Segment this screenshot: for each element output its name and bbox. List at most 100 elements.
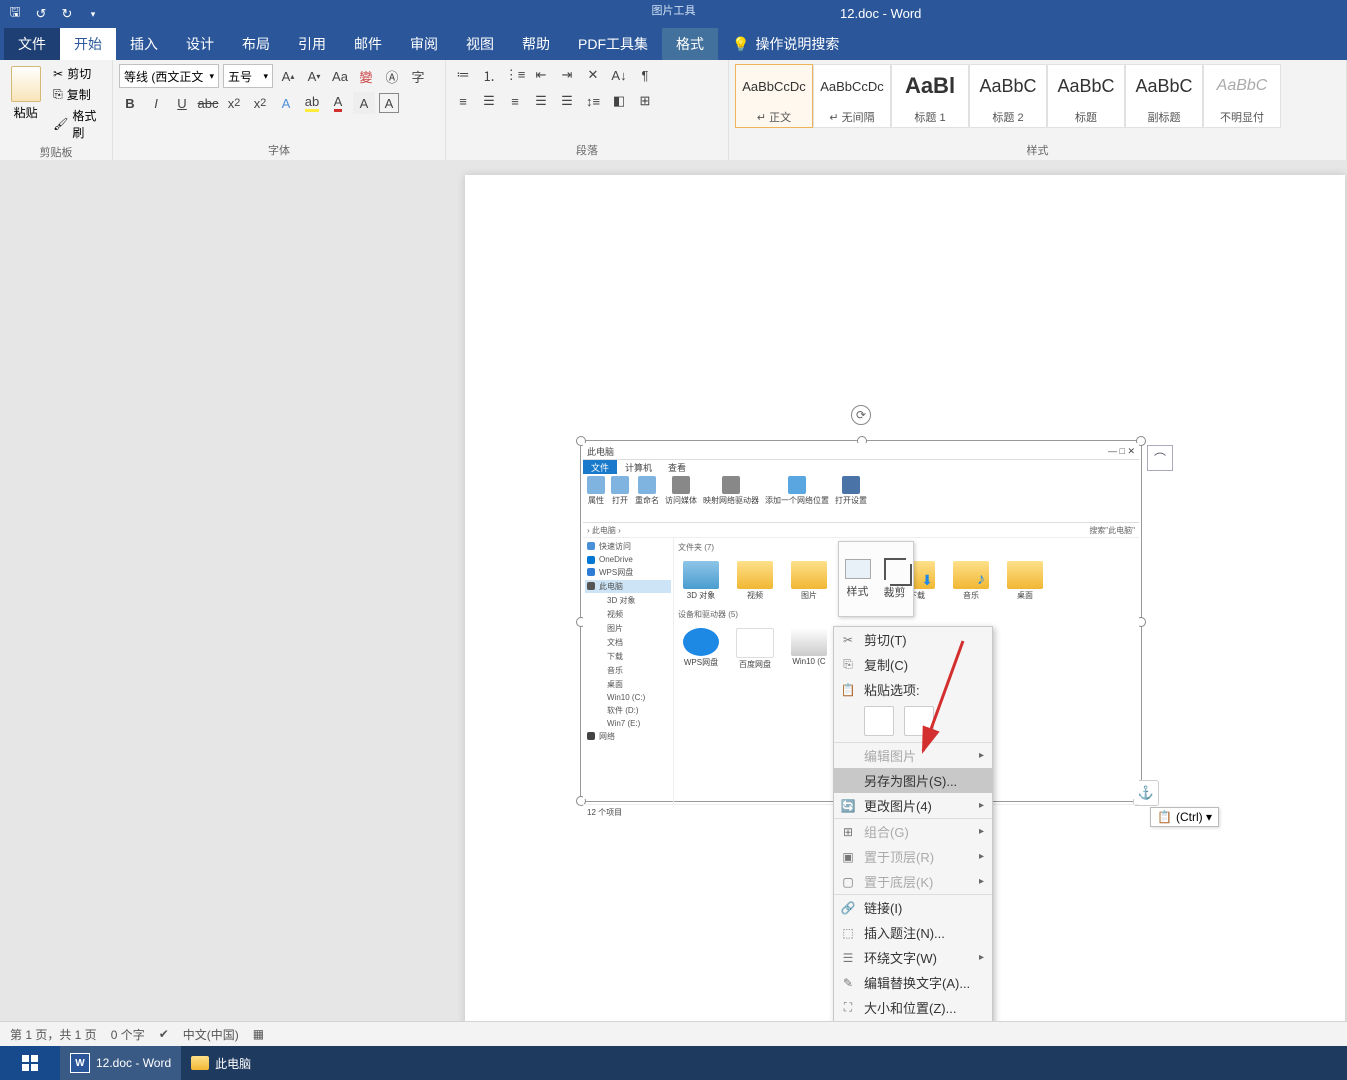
accessibility-icon[interactable]: ▦ [253,1027,264,1041]
style-title[interactable]: AaBbC标题 [1047,64,1125,128]
save-icon[interactable]: 🖫 [8,7,22,21]
style-no-spacing[interactable]: AaBbCcDc↵ 无间隔 [813,64,891,128]
tab-insert[interactable]: 插入 [116,28,172,60]
mini-crop-button[interactable]: 裁剪 [876,542,913,616]
copy-button[interactable]: ⎘复制 [51,85,106,104]
status-words[interactable]: 0 个字 [111,1026,145,1043]
align-right-button[interactable]: ≡ [504,90,526,112]
explorer-tab-computer: 计算机 [617,460,660,474]
distribute-button[interactable]: ☰ [556,90,578,112]
justify-button[interactable]: ☰ [530,90,552,112]
char-shading-button[interactable]: A [353,92,375,114]
copy-icon: ⎘ [840,657,856,673]
cut-button[interactable]: ✂剪切 [51,64,106,83]
paste-option-1[interactable] [864,706,894,736]
brush-icon: 🖌 [53,117,68,131]
paste-option-2[interactable] [904,706,934,736]
ctx-bring-front: ▣置于顶层(R)▸ [834,844,992,869]
ctx-wrap-text[interactable]: ☰环绕文字(W)▸ [834,945,992,970]
explorer-sidebar: 快速访问 OneDrive WPS网盘 此电脑 3D 对象 视频 图片 文档 下… [583,538,674,804]
tab-review[interactable]: 审阅 [396,28,452,60]
decrease-indent-button[interactable]: ⇤ [530,64,552,86]
strikethrough-button[interactable]: abc [197,92,219,114]
qat-dropdown-icon[interactable]: ▾ [86,7,100,21]
change-case-button[interactable]: Aa [329,65,351,87]
superscript-button[interactable]: x2 [249,92,271,114]
rotate-handle-icon[interactable]: ⟳ [851,405,871,425]
show-marks-button[interactable]: ¶ [634,64,656,86]
bullets-button[interactable]: ≔ [452,64,474,86]
clipboard-icon: 📋 [1157,810,1172,824]
sort-button[interactable]: A↓ [608,64,630,86]
start-button[interactable] [0,1046,60,1080]
format-painter-button[interactable]: 🖌格式刷 [51,106,106,142]
tab-file[interactable]: 文件 [4,28,60,60]
tab-mailings[interactable]: 邮件 [340,28,396,60]
bold-button[interactable]: B [119,92,141,114]
style-subtitle[interactable]: AaBbC副标题 [1125,64,1203,128]
tab-view[interactable]: 视图 [452,28,508,60]
style-heading1[interactable]: AaBl标题 1 [891,64,969,128]
font-color-button[interactable]: A [327,92,349,114]
char-border-button[interactable]: A [379,93,399,113]
ctx-change-picture[interactable]: 🔄更改图片(4)▸ [834,793,992,818]
paste-button[interactable]: 粘贴 [6,64,45,142]
tab-pdf[interactable]: PDF工具集 [564,28,662,60]
layout-options-button[interactable]: ⌒ [1147,445,1173,471]
tab-home[interactable]: 开始 [60,28,116,60]
style-heading2[interactable]: AaBbC标题 2 [969,64,1047,128]
tab-layout[interactable]: 布局 [228,28,284,60]
tab-design[interactable]: 设计 [172,28,228,60]
line-spacing-button[interactable]: ↕≡ [582,90,604,112]
clear-formatting-button[interactable]: Ⓐ [381,65,403,87]
status-page[interactable]: 第 1 页，共 1 页 [10,1026,97,1043]
ctx-link[interactable]: 🔗链接(I) [834,894,992,920]
paste-options-pill[interactable]: 📋 (Ctrl) ▾ [1150,807,1219,827]
text-effects-button[interactable]: A [275,92,297,114]
ctx-edit-alt[interactable]: ✎编辑替换文字(A)... [834,970,992,995]
ctx-paste-options [834,702,992,742]
asian-layout-button[interactable]: ✕ [582,64,604,86]
font-size-combo[interactable]: 五号▾ [223,64,273,88]
style-normal[interactable]: AaBbCcDc↵ 正文 [735,64,813,128]
underline-button[interactable]: U [171,92,193,114]
taskbar-explorer[interactable]: 此电脑 [181,1046,261,1080]
enclose-chars-button[interactable]: 字 [407,65,429,87]
increase-indent-button[interactable]: ⇥ [556,64,578,86]
shrink-font-button[interactable]: A▾ [303,65,325,87]
borders-button[interactable]: ⊞ [634,90,656,112]
group-styles: AaBbCcDc↵ 正文 AaBbCcDc↵ 无间隔 AaBl标题 1 AaBb… [729,60,1347,160]
mini-style-button[interactable]: 样式 [839,542,876,616]
ctx-insert-caption[interactable]: ⬚插入题注(N)... [834,920,992,945]
align-left-button[interactable]: ≡ [452,90,474,112]
subscript-button[interactable]: x2 [223,92,245,114]
explorer-tab-file: 文件 [583,460,617,474]
tell-me-search[interactable]: 💡 操作说明搜索 [718,28,853,60]
multilevel-list-button[interactable]: ⋮≡ [504,64,526,86]
ctx-cut[interactable]: ✂剪切(T) [834,627,992,652]
document-area[interactable]: ⟳ ⌒ ⚓ 此电脑 — □ ✕ 文件 计算机 查看 属性 打开 重命名 [0,160,1347,1022]
highlight-button[interactable]: ab [301,92,323,114]
mini-toolbar[interactable]: 样式 裁剪 [838,541,914,617]
align-center-button[interactable]: ☰ [478,90,500,112]
numbering-button[interactable]: ⒈ [478,64,500,86]
spellcheck-icon[interactable]: ✔ [159,1027,169,1041]
ctx-size-pos[interactable]: ⛶大小和位置(Z)... [834,995,992,1020]
caption-icon: ⬚ [840,925,856,941]
shading-button[interactable]: ◧ [608,90,630,112]
styles-gallery[interactable]: AaBbCcDc↵ 正文 AaBbCcDc↵ 无间隔 AaBl标题 1 AaBb… [735,64,1340,128]
ctx-save-as-picture[interactable]: 另存为图片(S)... [834,768,992,793]
tab-help[interactable]: 帮助 [508,28,564,60]
status-language[interactable]: 中文(中国) [183,1026,239,1043]
grow-font-button[interactable]: A▴ [277,65,299,87]
undo-icon[interactable]: ↺ [34,7,48,21]
taskbar-word[interactable]: W 12.doc - Word [60,1046,181,1080]
phonetic-guide-button[interactable]: 變 [355,65,377,87]
font-name-combo[interactable]: 等线 (西文正文▾ [119,64,219,88]
redo-icon[interactable]: ↻ [60,7,74,21]
italic-button[interactable]: I [145,92,167,114]
tab-format[interactable]: 格式 [662,28,718,60]
style-subtle[interactable]: AaBbC不明显付 [1203,64,1281,128]
ctx-copy[interactable]: ⎘复制(C) [834,652,992,677]
tab-references[interactable]: 引用 [284,28,340,60]
